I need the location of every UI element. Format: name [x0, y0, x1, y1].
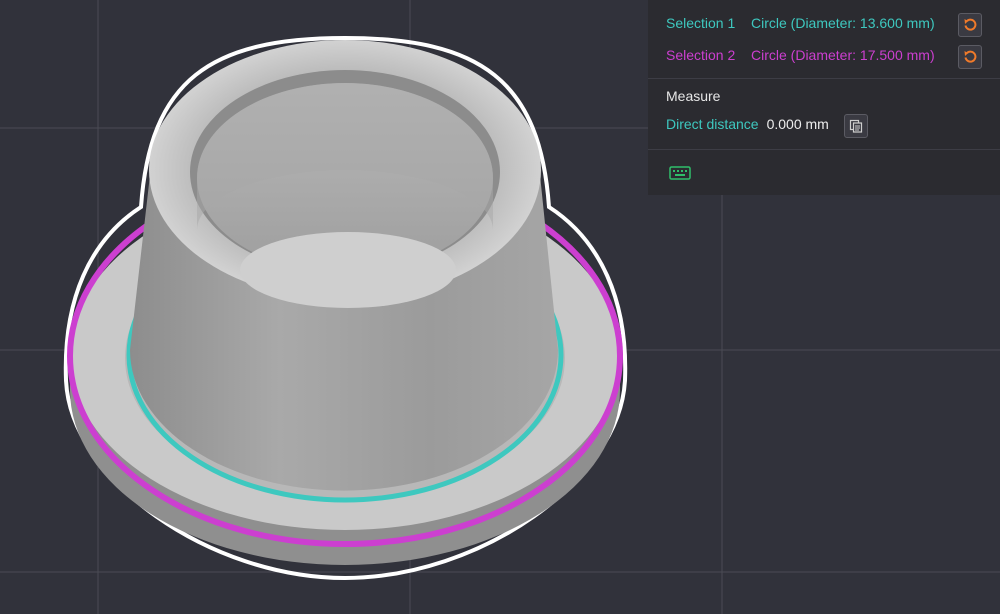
divider [648, 149, 1000, 150]
selection-2-value: Circle (Diameter: 17.500 mm) [751, 47, 935, 63]
selection-1-row: Selection 1 Circle (Diameter: 13.600 mm) [666, 15, 935, 31]
measure-title: Measure [666, 88, 721, 104]
selection-1-label: Selection 1 [666, 15, 736, 31]
selection-2-row: Selection 2 Circle (Diameter: 17.500 mm) [666, 47, 935, 63]
direct-distance-row: Direct distance 0.000 mm [666, 116, 829, 132]
divider [648, 78, 1000, 79]
keyboard-icon [669, 166, 691, 180]
reset-icon [964, 50, 977, 63]
copy-button[interactable] [844, 114, 868, 138]
direct-distance-value: 0.000 mm [766, 116, 829, 132]
measure-panel: Selection 1 Circle (Diameter: 13.600 mm)… [648, 0, 1000, 195]
reset-icon [964, 18, 977, 31]
selection-2-label: Selection 2 [666, 47, 736, 63]
reset-selection-2-button[interactable] [958, 45, 982, 69]
keyboard-shortcuts-button[interactable] [668, 164, 692, 182]
selection-1-value: Circle (Diameter: 13.600 mm) [751, 15, 935, 31]
copy-icon [849, 119, 863, 133]
reset-selection-1-button[interactable] [958, 13, 982, 37]
direct-distance-label: Direct distance [666, 116, 759, 132]
